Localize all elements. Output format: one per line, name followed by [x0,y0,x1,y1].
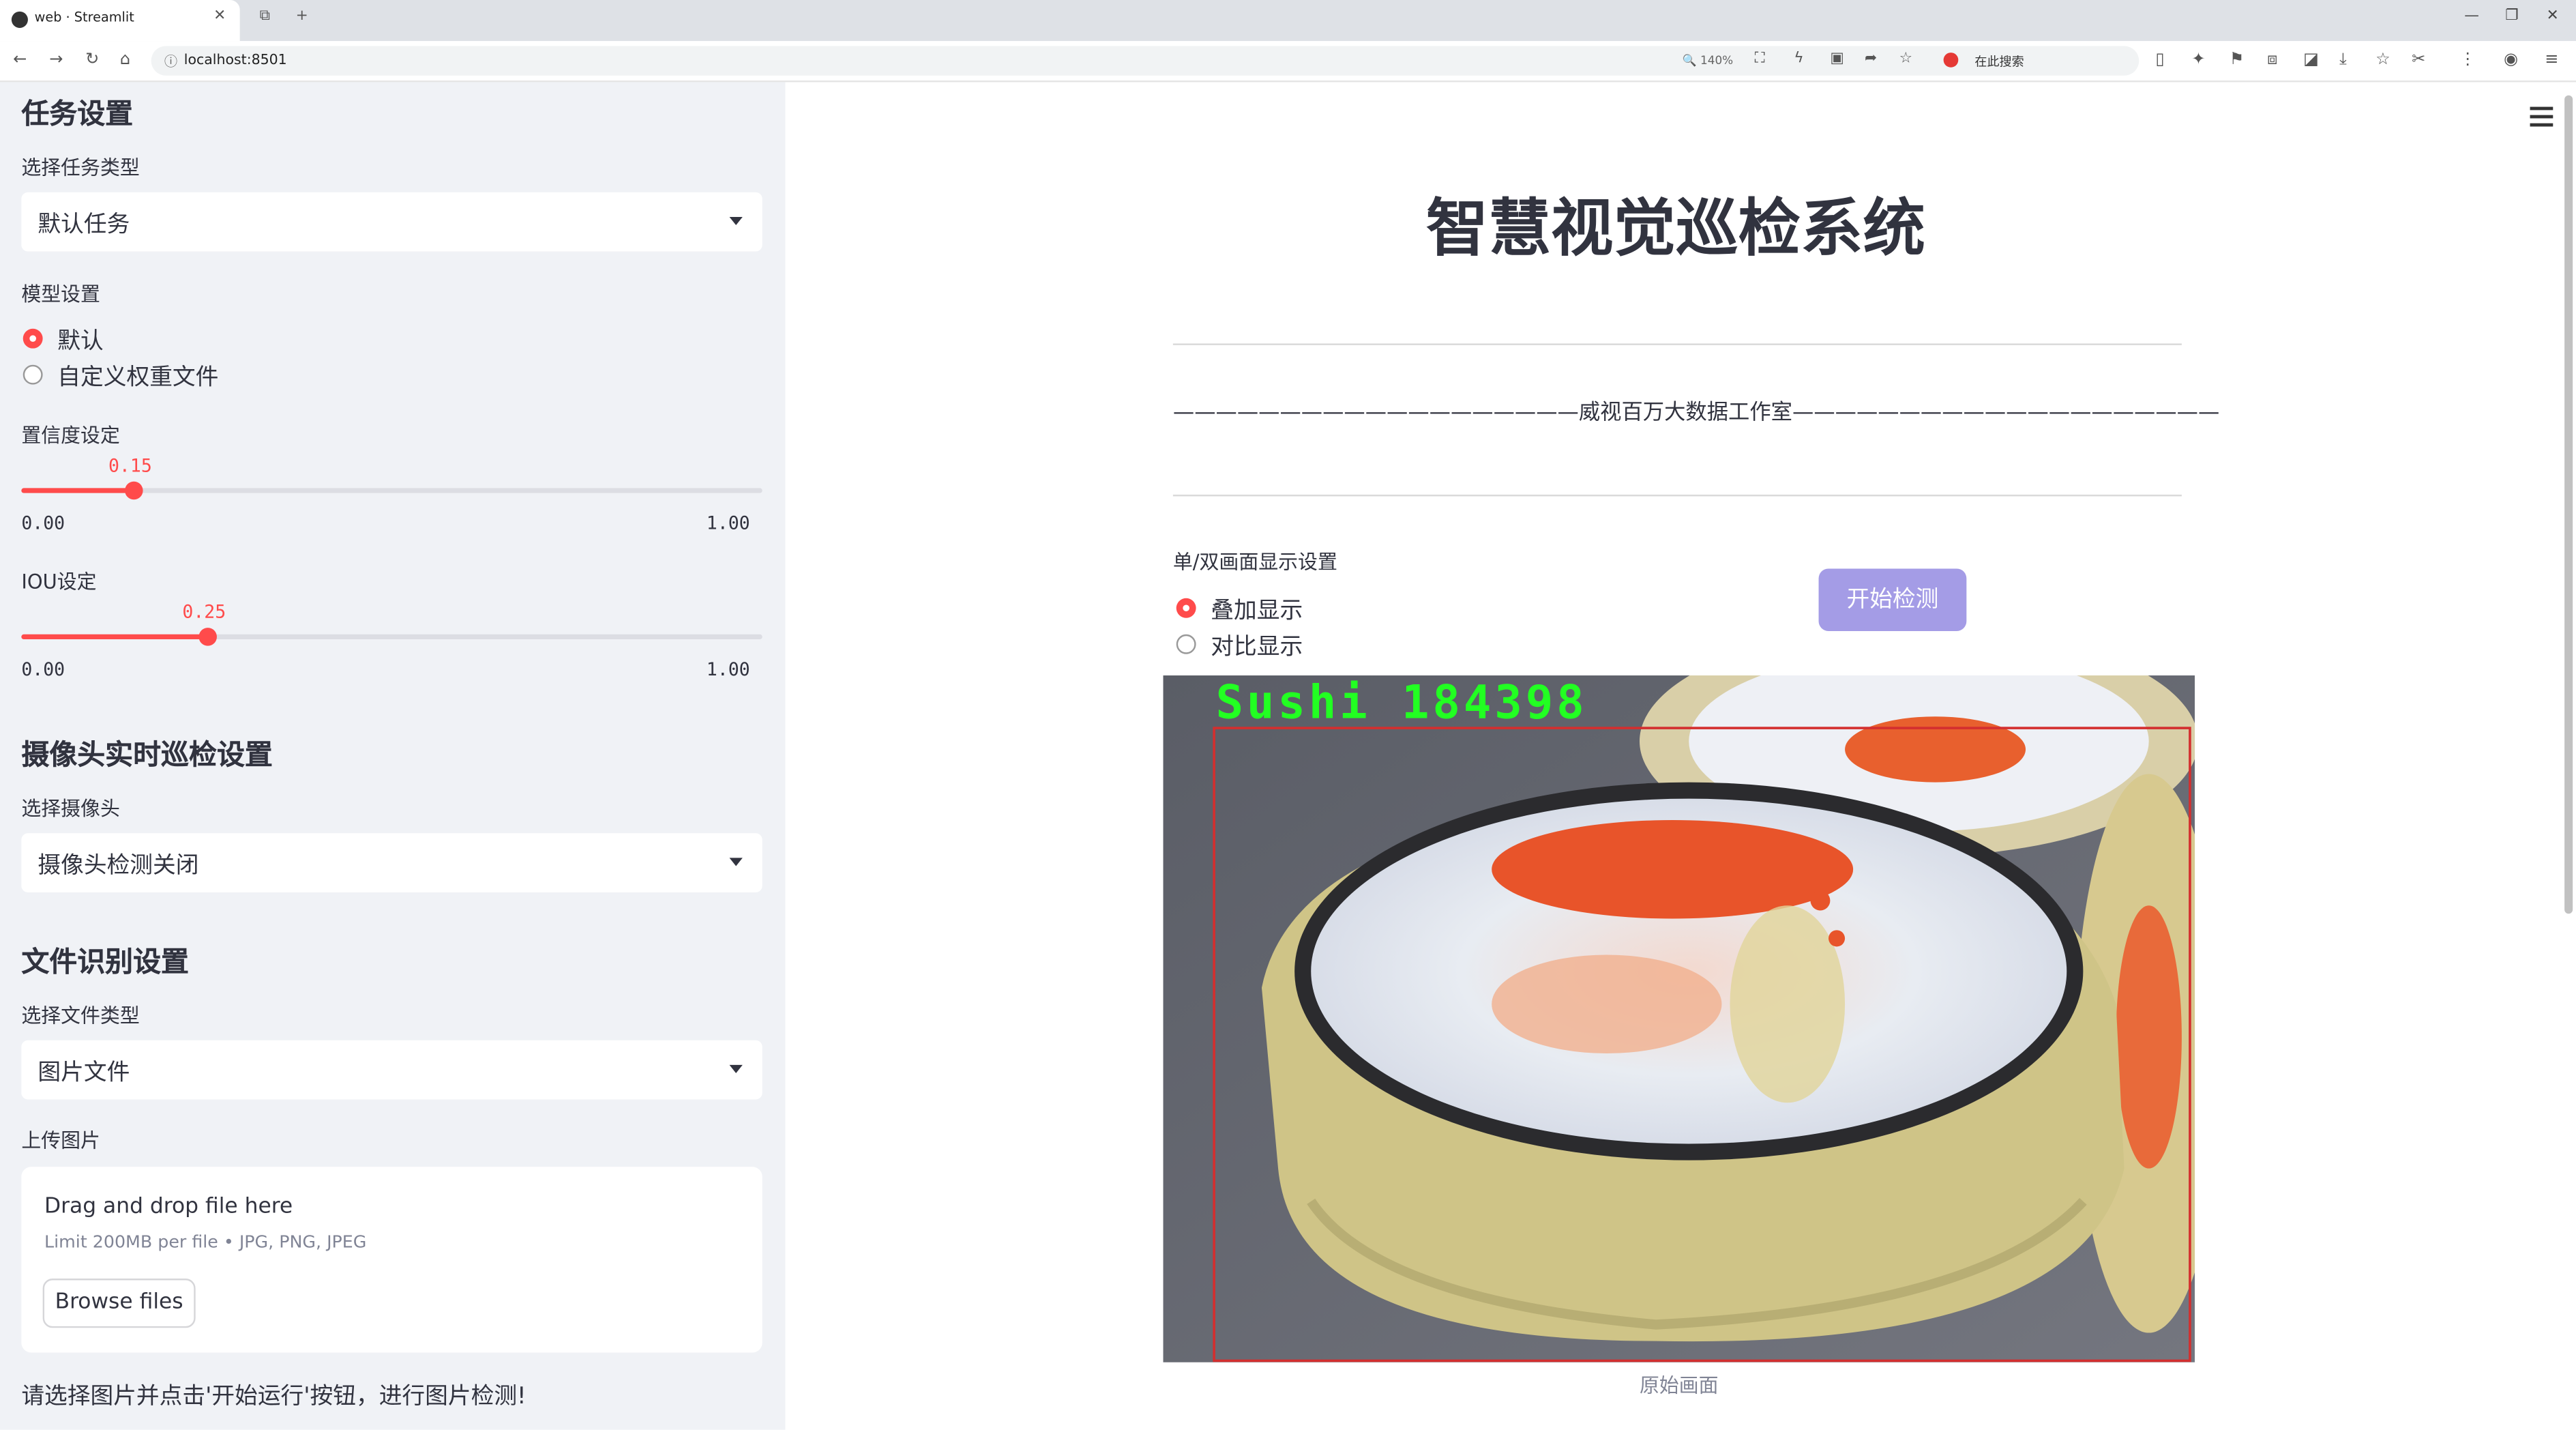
chevron-down-icon [729,1064,743,1073]
radio-selected-icon[interactable] [23,328,43,349]
forward-icon[interactable]: → [49,51,63,69]
browser-tab[interactable]: web · Streamlit ✕ [0,0,240,42]
studio-banner: ———————————————————威视百万大数据工作室———————————… [1172,400,2220,426]
file-type-value: 图片文件 [38,1060,130,1087]
camera-section-title: 摄像头实时巡检设置 [21,739,273,773]
hamburger-menu-icon[interactable] [2530,106,2553,127]
iou-slider-thumb[interactable] [198,628,217,646]
url-field[interactable]: ⓘ localhost:8501 🔍 140% ⛶ ϟ ▣ ➦ ☆ 在此搜索 [151,46,2140,76]
task-section-title: 任务设置 [21,98,134,132]
file-type-select[interactable]: 图片文件 [21,1040,763,1100]
phone-icon[interactable]: ▯ [2155,51,2164,69]
extension2-icon[interactable]: ⚑ [2230,51,2245,69]
page: web · Streamlit ✕ ⧉ + — ❐ ✕ ← → ↻ ⌂ ⓘ lo… [0,0,2576,1430]
camera-select[interactable]: 摄像头检测关闭 [21,833,763,892]
zoom-level[interactable]: 🔍 140% [1683,54,1734,67]
iou-slider-fill [21,634,207,640]
model-option-label: 默认 [57,328,104,355]
sidebar: 任务设置 选择任务类型 默认任务 模型设置 默认 自定义权重文件 置信度设定 0… [0,82,786,1430]
site-info-icon[interactable]: ⓘ [164,53,177,70]
home-icon[interactable]: ⌂ [120,51,130,69]
file-type-label: 选择文件类型 [21,1004,140,1027]
display-mode-label: 单/双画面显示设置 [1172,550,1337,574]
address-bar: ← → ↻ ⌂ ⓘ localhost:8501 🔍 140% ⛶ ϟ ▣ ➦ … [0,41,2576,83]
conf-slider-thumb[interactable] [124,481,143,500]
browse-files-button[interactable]: Browse files [42,1279,196,1328]
upload-limit-text: Limit 200MB per file • JPG, PNG, JPEG [44,1232,367,1253]
browser-tab-bar: web · Streamlit ✕ ⧉ + — ❐ ✕ [0,0,2576,42]
tab-search-icon[interactable]: ⧉ [260,8,271,25]
search-engine-box[interactable]: 在此搜索 [1938,49,2135,72]
file-section-title: 文件识别设置 [21,946,190,980]
window-close-icon[interactable]: ✕ [2547,8,2559,25]
profile-avatar-icon[interactable]: ◉ [2504,51,2518,69]
conf-value: 0.15 [108,455,152,477]
bookmark-star-icon[interactable]: ☆ [1899,51,1912,68]
extension4-icon[interactable]: ◪ [2303,51,2319,69]
task-type-select[interactable]: 默认任务 [21,192,763,252]
lightning-icon[interactable]: ϟ [1794,51,1803,68]
restore-icon[interactable]: ❐ [2505,8,2518,25]
image-caption: 原始画面 [1639,1373,1719,1397]
radio-selected-icon[interactable] [1176,598,1196,618]
task-type-value: 默认任务 [38,211,130,239]
model-option-label: 自定义权重文件 [57,364,219,392]
conf-slider-fill [21,488,133,493]
back-icon[interactable]: ← [13,51,27,69]
display-option-label: 对比显示 [1211,634,1303,661]
display-option-label: 叠加显示 [1211,598,1303,625]
search-engine-icon [1943,53,1959,68]
divider-bottom [1172,495,2182,497]
divider-top [1172,343,2182,345]
camera-label: 选择摄像头 [21,797,120,820]
iou-max: 1.00 [706,658,750,681]
favorites-icon[interactable]: ☆ [2375,51,2390,69]
start-detection-button[interactable]: 开始检测 [1818,568,1967,631]
conf-slider[interactable] [21,481,763,500]
sushi-image: Sushi 184398 [1163,675,2195,1362]
task-type-label: 选择任务类型 [21,156,140,179]
extension3-icon[interactable]: ⧈ [2267,51,2277,69]
minimize-icon[interactable]: — [2464,8,2479,25]
streamlit-favicon-icon [11,11,28,28]
iou-slider[interactable] [21,628,763,646]
url-text: localhost:8501 [183,53,287,70]
conf-min: 0.00 [21,512,65,534]
conf-label: 置信度设定 [21,424,120,448]
model-label: 模型设置 [21,282,100,306]
iou-label: IOU设定 [21,570,97,594]
detection-image: Sushi 184398 [1163,675,2195,1362]
browser-menu-icon[interactable]: ≡ [2545,51,2558,69]
new-tab-icon[interactable]: + [296,8,308,25]
scrollbar[interactable] [2564,95,2573,914]
radio-unselected-icon[interactable] [1176,634,1196,654]
screenshot-icon[interactable]: ✂ [2412,51,2425,69]
extension-icon[interactable]: ✦ [2191,51,2205,69]
page-title: 智慧视觉巡检系统 [1425,192,1926,265]
reload-icon[interactable]: ↻ [85,51,99,69]
tab-close-icon[interactable]: ✕ [213,8,226,25]
search-placeholder: 在此搜索 [1974,54,2024,70]
detection-label-text: Sushi 184398 [1216,675,1588,729]
translate-icon[interactable]: ⛶ [1755,51,1765,68]
tab-title: web · Streamlit [34,10,134,25]
radio-unselected-icon[interactable] [23,364,43,385]
upload-label: 上传图片 [21,1128,100,1152]
upload-drag-text: Drag and drop file here [44,1195,293,1220]
iou-value: 0.25 [182,601,226,623]
capture-icon[interactable]: ▣ [1830,51,1844,68]
file-uploader-dropzone[interactable]: Drag and drop file here Limit 200MB per … [21,1167,763,1353]
conf-max: 1.00 [706,512,750,534]
chevron-down-icon [729,858,743,866]
more-menu-icon[interactable]: ⋮ [2459,51,2476,69]
share-icon[interactable]: ➦ [1865,51,1877,68]
sidebar-note: 请选择图片并点击'开始运行'按钮，进行图片检测! [21,1384,527,1410]
download-icon[interactable]: ⤓ [2339,51,2347,69]
chevron-down-icon [729,216,743,226]
camera-value: 摄像头检测关闭 [38,853,199,879]
iou-min: 0.00 [21,658,65,681]
